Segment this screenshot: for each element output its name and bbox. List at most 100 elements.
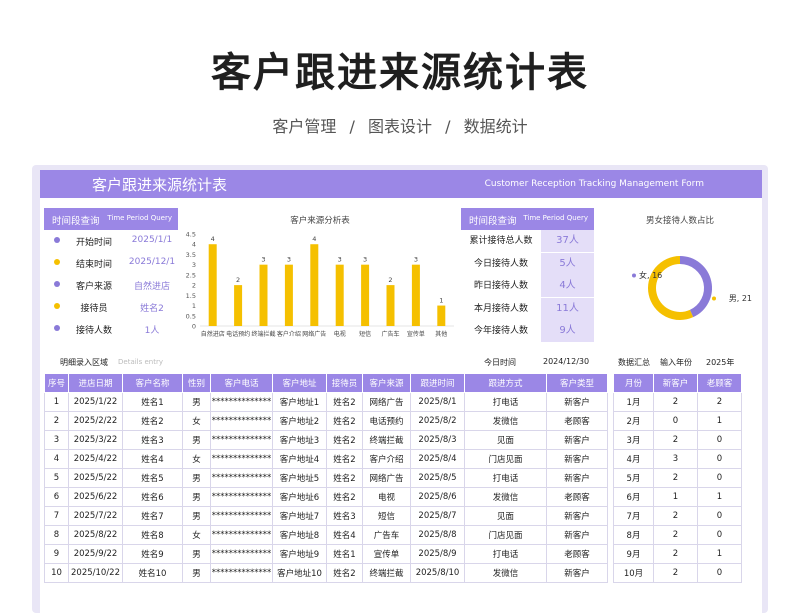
table-cell[interactable]: 8 [44,525,69,545]
query-value[interactable]: 2025/1/1 [124,235,180,245]
table-cell[interactable]: 姓名5 [122,468,183,488]
summary-cell[interactable]: 1 [653,487,698,507]
table-cell[interactable]: 客户地址2 [272,411,327,431]
query-value[interactable]: 2025/12/1 [124,257,180,267]
summary-cell[interactable]: 2 [653,544,698,564]
summary-cell[interactable]: 0 [697,468,742,488]
table-cell[interactable]: 发微信 [464,487,547,507]
table-cell[interactable]: 6 [44,487,69,507]
summary-cell[interactable]: 6月 [613,487,654,507]
table-cell[interactable]: 新客户 [546,506,608,526]
table-cell[interactable]: 发微信 [464,563,547,583]
summary-cell[interactable]: 3月 [613,430,654,450]
summary-cell[interactable]: 1 [697,411,742,431]
table-cell[interactable]: 男 [182,430,211,450]
query-value[interactable]: 姓名2 [124,301,180,314]
table-cell[interactable]: 2025/8/7 [410,506,465,526]
table-cell[interactable]: 10 [44,563,69,583]
table-cell[interactable]: 客户地址9 [272,544,327,564]
table-cell[interactable]: 打电话 [464,392,547,412]
table-cell[interactable]: 门店见面 [464,449,547,469]
table-cell[interactable]: 广告车 [362,525,411,545]
query-value[interactable]: 1人 [124,323,180,336]
table-cell[interactable]: 姓名1 [326,544,363,564]
table-cell[interactable]: 姓名2 [122,411,183,431]
table-cell[interactable]: 男 [182,506,211,526]
table-cell[interactable]: ************** [210,449,273,469]
table-cell[interactable]: 7 [44,506,69,526]
year-value[interactable]: 2025年 [706,357,734,368]
table-cell[interactable]: 姓名9 [122,544,183,564]
table-cell[interactable]: 2025/8/6 [410,487,465,507]
table-cell[interactable]: 新客户 [546,449,608,469]
summary-cell[interactable]: 0 [653,411,698,431]
table-cell[interactable]: 网络广告 [362,468,411,488]
table-cell[interactable]: 1 [44,392,69,412]
table-cell[interactable]: 姓名2 [326,430,363,450]
today-value[interactable]: 2024/12/30 [543,357,589,366]
summary-cell[interactable]: 2 [653,525,698,545]
table-cell[interactable]: 女 [182,411,211,431]
table-cell[interactable]: 男 [182,487,211,507]
table-cell[interactable]: 姓名2 [326,449,363,469]
table-cell[interactable]: 见面 [464,506,547,526]
table-cell[interactable]: ************** [210,392,273,412]
table-cell[interactable]: 姓名7 [122,506,183,526]
table-cell[interactable]: 电视 [362,487,411,507]
table-cell[interactable]: ************** [210,544,273,564]
table-cell[interactable]: 新客户 [546,468,608,488]
table-cell[interactable]: 姓名3 [122,430,183,450]
summary-cell[interactable]: 0 [697,506,742,526]
table-cell[interactable]: 新客户 [546,563,608,583]
table-cell[interactable]: 2025/8/9 [410,544,465,564]
table-cell[interactable]: 打电话 [464,544,547,564]
table-cell[interactable]: ************** [210,506,273,526]
table-cell[interactable]: 2025/5/22 [68,468,123,488]
table-cell[interactable]: 2025/10/22 [68,563,123,583]
table-cell[interactable]: 客户地址6 [272,487,327,507]
summary-cell[interactable]: 4月 [613,449,654,469]
summary-cell[interactable]: 2 [653,506,698,526]
summary-cell[interactable]: 0 [697,563,742,583]
table-cell[interactable]: 客户地址7 [272,506,327,526]
table-cell[interactable]: ************** [210,411,273,431]
table-cell[interactable]: 2025/3/22 [68,430,123,450]
table-cell[interactable]: 2025/8/8 [410,525,465,545]
summary-cell[interactable]: 1 [697,544,742,564]
table-cell[interactable]: ************** [210,468,273,488]
table-cell[interactable]: 姓名2 [326,487,363,507]
table-cell[interactable]: ************** [210,563,273,583]
table-cell[interactable]: 男 [182,544,211,564]
summary-cell[interactable]: 3 [653,449,698,469]
table-cell[interactable]: ************** [210,430,273,450]
table-cell[interactable]: 姓名10 [122,563,183,583]
table-cell[interactable]: 9 [44,544,69,564]
table-cell[interactable]: 2025/8/22 [68,525,123,545]
summary-cell[interactable]: 0 [697,525,742,545]
table-cell[interactable]: 2025/7/22 [68,506,123,526]
table-cell[interactable]: 姓名6 [122,487,183,507]
summary-cell[interactable]: 7月 [613,506,654,526]
table-cell[interactable]: 电话预约 [362,411,411,431]
table-cell[interactable]: 新客户 [546,392,608,412]
table-cell[interactable]: 姓名4 [122,449,183,469]
summary-cell[interactable]: 9月 [613,544,654,564]
table-cell[interactable]: 客户地址4 [272,449,327,469]
table-cell[interactable]: 男 [182,392,211,412]
table-cell[interactable]: 女 [182,525,211,545]
table-cell[interactable]: ************** [210,525,273,545]
table-cell[interactable]: 男 [182,468,211,488]
table-cell[interactable]: 2025/2/22 [68,411,123,431]
table-cell[interactable]: 老顾客 [546,411,608,431]
table-cell[interactable]: 见面 [464,430,547,450]
table-cell[interactable]: 姓名8 [122,525,183,545]
summary-cell[interactable]: 0 [697,430,742,450]
summary-cell[interactable]: 8月 [613,525,654,545]
table-cell[interactable]: 男 [182,563,211,583]
table-cell[interactable]: 老顾客 [546,487,608,507]
table-cell[interactable]: 门店见面 [464,525,547,545]
summary-cell[interactable]: 10月 [613,563,654,583]
table-cell[interactable]: 客户地址5 [272,468,327,488]
summary-cell[interactable]: 2 [697,392,742,412]
summary-cell[interactable]: 2 [653,430,698,450]
